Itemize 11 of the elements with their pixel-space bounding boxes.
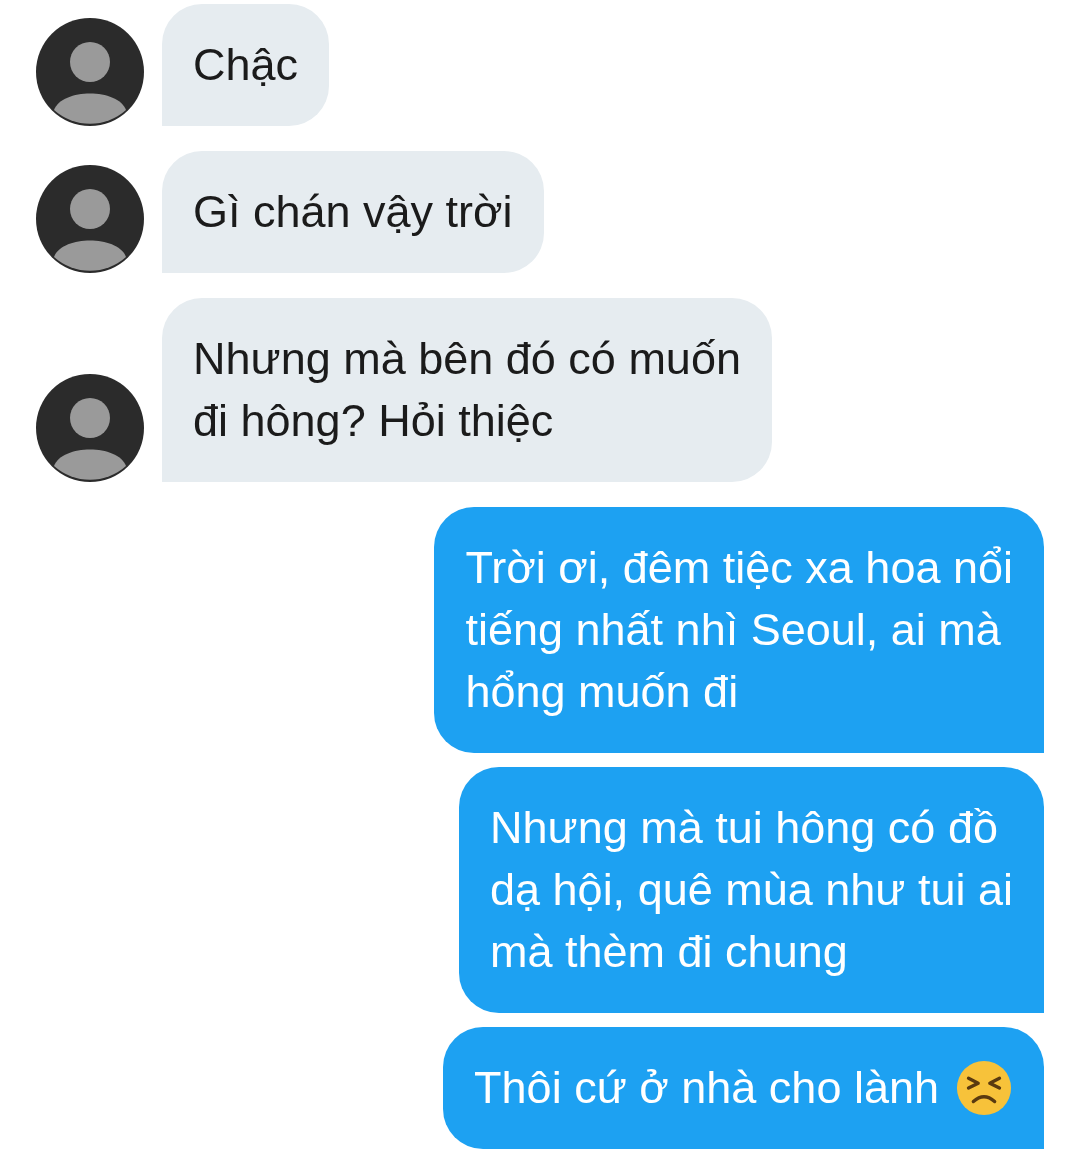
- message-text: mà thèm đi chung: [490, 925, 848, 979]
- message-text: Chậc: [193, 38, 299, 92]
- message-text: Nhưng mà bên đó có muốn: [193, 332, 741, 386]
- message-text: Thôi cứ ở nhà cho lành: [474, 1061, 939, 1115]
- message-text: đi hông? Hỏi thiệc: [193, 394, 554, 448]
- message-text: Nhưng mà tui hông có đồ: [490, 801, 998, 855]
- message-text: Trời ơi, đêm tiệc xa hoa nổi: [465, 541, 1013, 595]
- message-text: hổng muốn đi: [465, 665, 739, 719]
- message-text: dạ hội, quê mùa như tui ai: [490, 863, 1013, 917]
- message-text: Gì chán vậy trời: [193, 185, 513, 239]
- message-text: tiếng nhất nhì Seoul, ai mà: [465, 603, 1001, 657]
